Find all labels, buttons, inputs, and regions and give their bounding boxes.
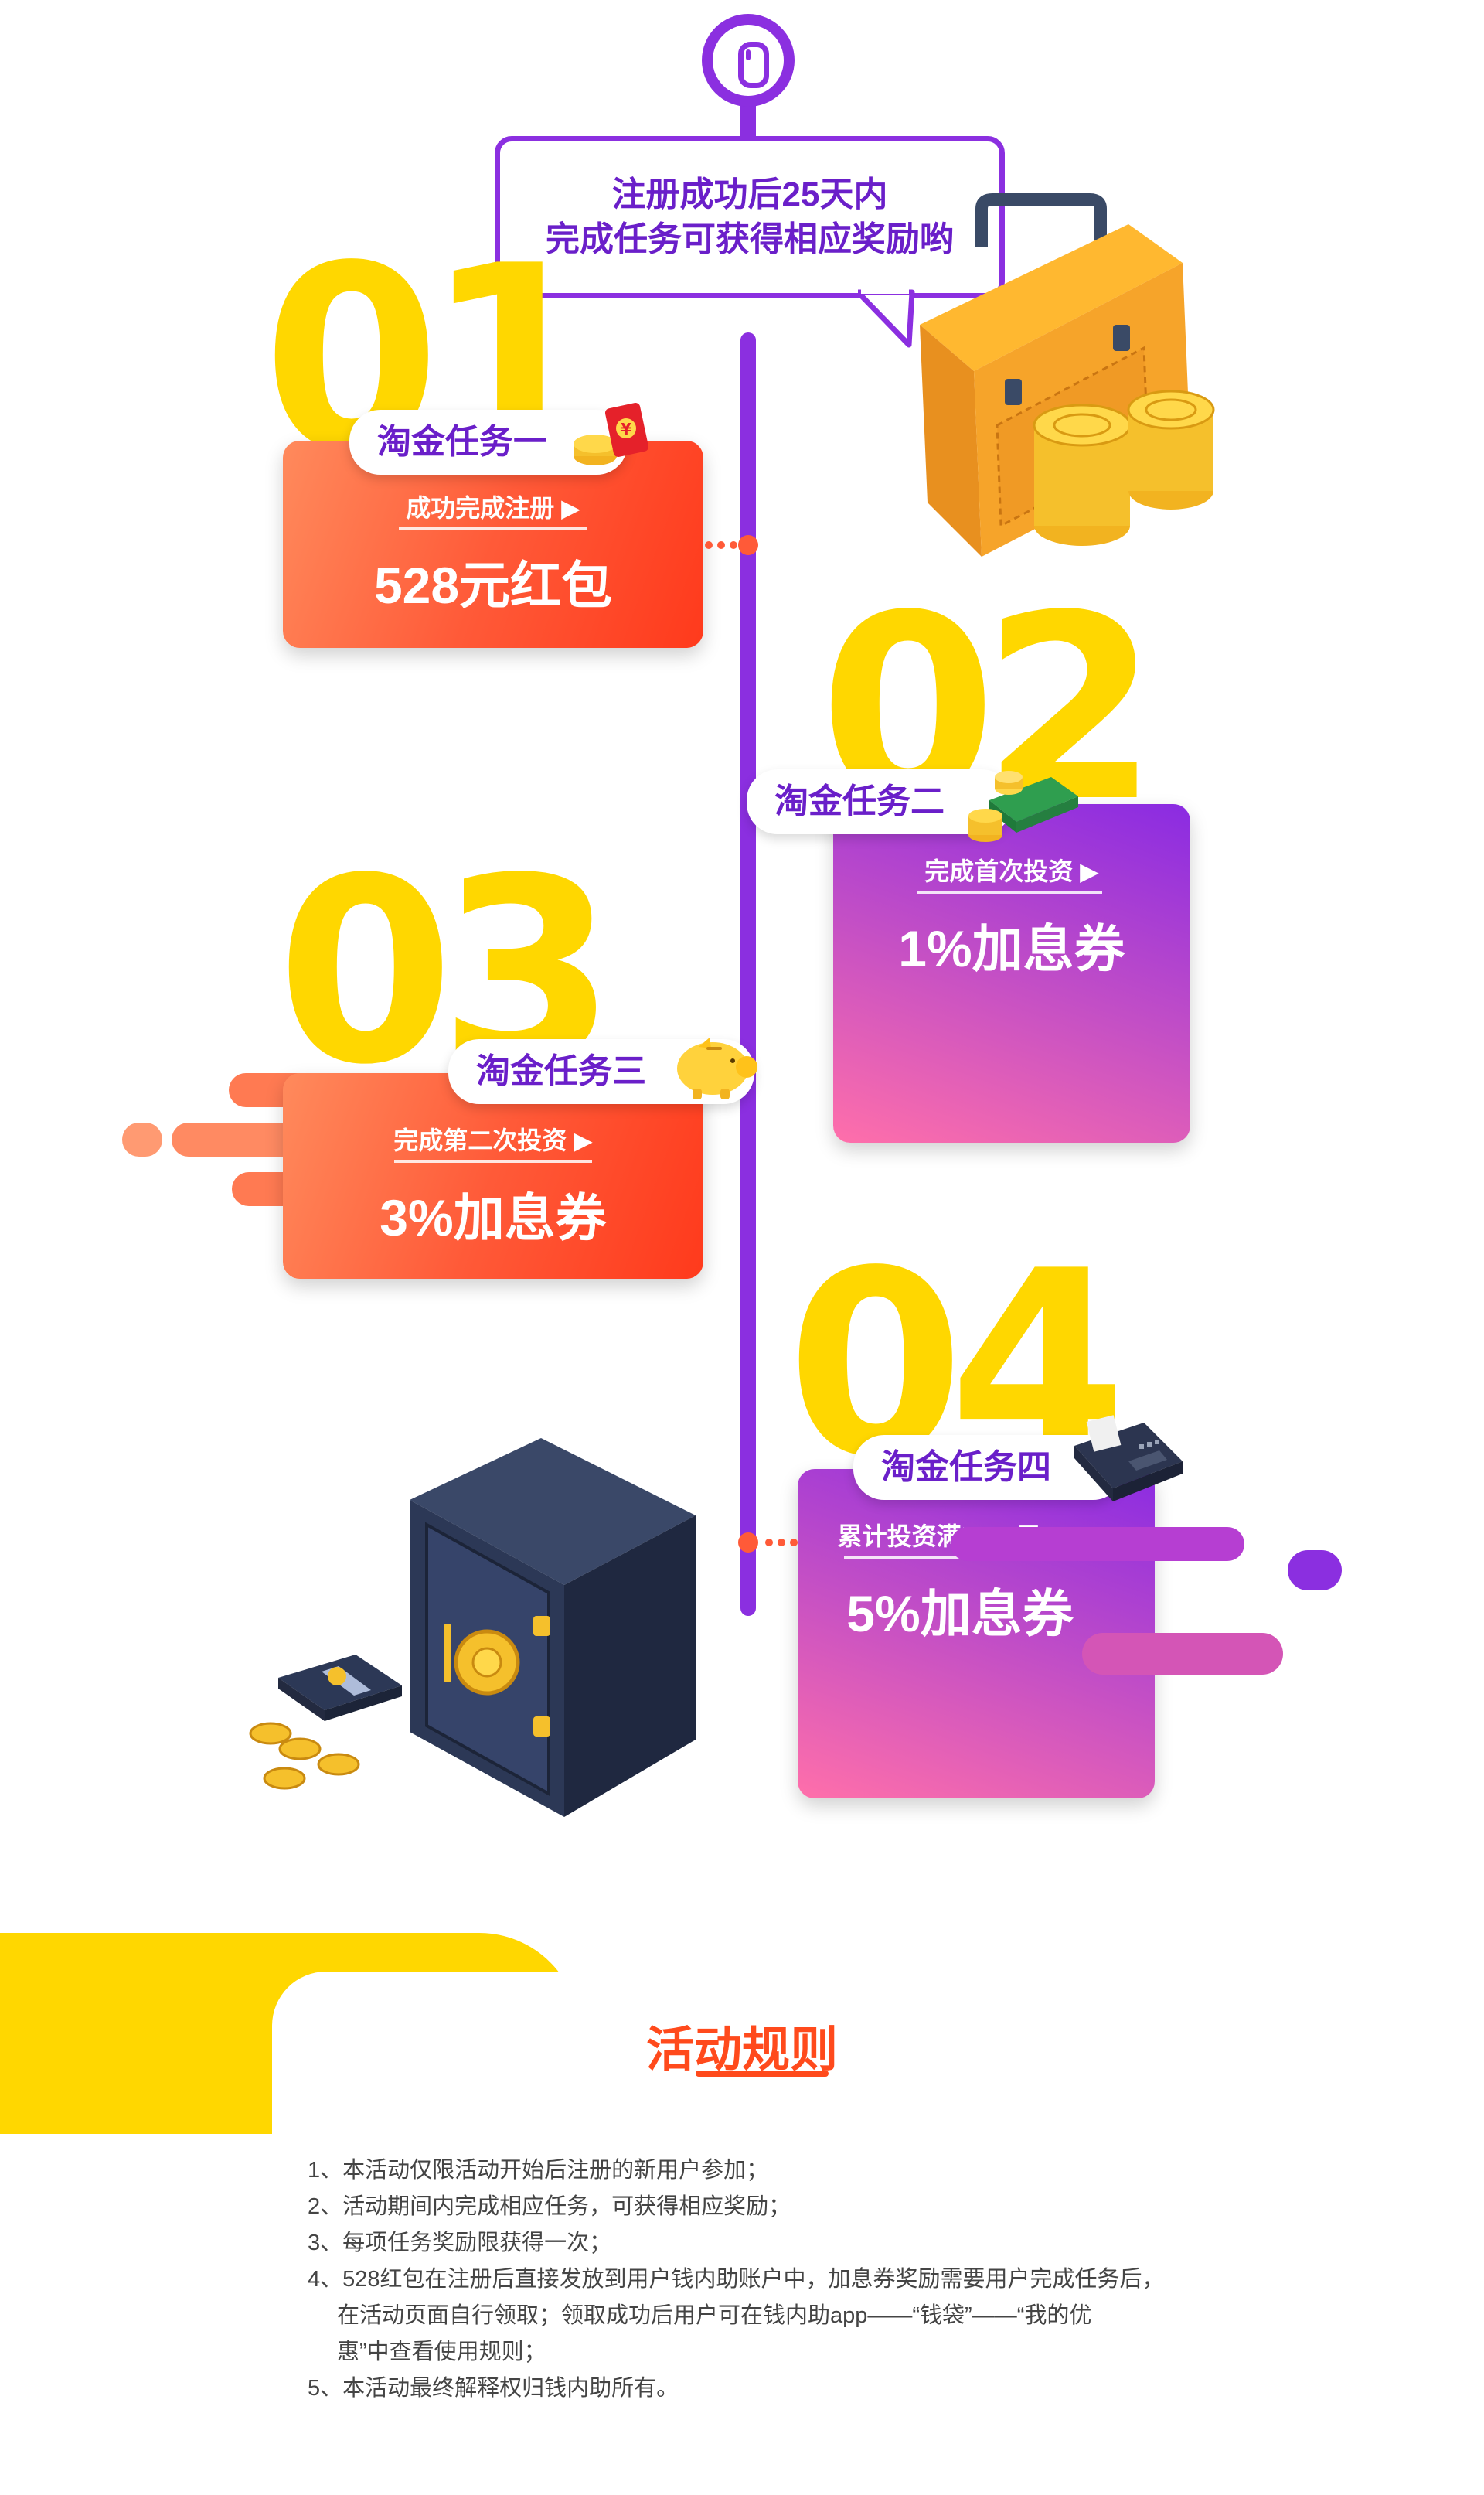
cash-bundle-icon [968, 771, 1078, 842]
task-1-condition: 成功完成注册 [406, 494, 555, 522]
motion-streak [1288, 1550, 1342, 1590]
connector-dot [790, 1539, 798, 1546]
pos-terminal-icon [1074, 1415, 1183, 1501]
connector-dot [765, 1539, 773, 1546]
rules-title-underline [696, 2071, 829, 2077]
rule-item-1: 1、本活动仅限活动开始后注册的新用户参加； [308, 2158, 769, 2183]
connector-dot [717, 541, 725, 549]
rules-title: 活动规则 [645, 2023, 838, 2077]
motion-streak [951, 1527, 1244, 1561]
timeline-line [740, 332, 756, 1616]
task-2-reward: 1%加息券 [898, 920, 1125, 977]
task-3-condition: 完成第二次投资 [393, 1126, 567, 1154]
arrow-icon: ▶ [561, 494, 580, 522]
divider [399, 527, 587, 530]
motion-streak [1082, 1633, 1283, 1675]
connector-dot [730, 541, 737, 549]
svg-text:¥: ¥ [621, 420, 631, 438]
arrow-icon: ▶ [1080, 857, 1099, 885]
timeline-node [738, 1532, 758, 1553]
connector-dot [778, 1539, 785, 1546]
rule-item-2: 2、活动期间内完成相应任务，可获得相应奖励； [308, 2194, 791, 2219]
motion-streak [122, 1123, 162, 1157]
task-3-reward: 3%加息券 [380, 1189, 607, 1246]
divider [917, 891, 1102, 894]
mouse-icon [702, 14, 795, 107]
task-card-2: 完成首次投资 ▶ 1%加息券 [833, 804, 1190, 1143]
connector-dot [705, 541, 713, 549]
arrow-icon: ▶ [574, 1126, 593, 1154]
task-2-condition: 完成首次投资 [924, 857, 1074, 885]
rule-item-4-cont2: 惠”中查看使用规则； [337, 2340, 546, 2364]
safe-illustration [249, 1438, 696, 1817]
task-1-reward: 528元红包 [373, 557, 613, 614]
piggy-bank-icon [677, 1038, 757, 1099]
red-envelope-icon: ¥ [574, 403, 649, 465]
rule-item-4-cont: 在活动页面自行领取；领取成功后用户可在钱内助app——“钱袋”——“我的优 [337, 2303, 1092, 2328]
divider [394, 1160, 592, 1163]
rule-item-5: 5、本活动最终解释权归钱内助所有。 [308, 2376, 679, 2401]
timeline-node [738, 535, 758, 555]
briefcase-illustration [920, 193, 1215, 557]
rule-item-4: 4、528红包在注册后直接发放到用户钱内助账户中，加息券奖励需要用户完成任务后， [308, 2267, 1165, 2292]
task-4-reward: 5%加息券 [846, 1585, 1074, 1642]
rule-item-3: 3、每项任务奖励限获得一次； [308, 2231, 612, 2255]
